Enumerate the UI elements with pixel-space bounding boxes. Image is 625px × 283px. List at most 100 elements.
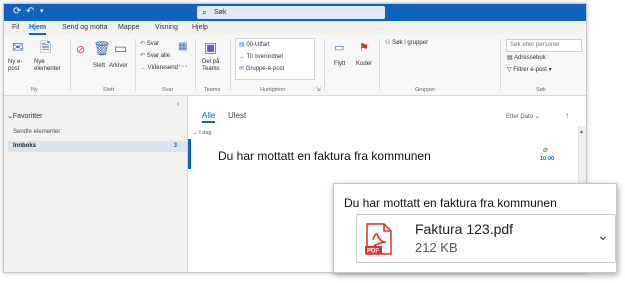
tab-unread[interactable]: Ulest	[228, 111, 246, 121]
ignore-icon[interactable]: ⊘	[76, 43, 85, 57]
archive-button[interactable]: Arkiver	[109, 63, 128, 70]
new-email-button[interactable]: Ny e-post	[8, 59, 32, 73]
filter-email-button[interactable]: ▽ Filtrer e-post ▾	[507, 67, 552, 74]
ribbon-divider	[379, 39, 380, 91]
message-row[interactable]: Du har mottatt en faktura fra kommunen ⌀…	[188, 139, 558, 169]
paperclip-icon: ⌀	[543, 145, 548, 154]
search-people-input[interactable]: Søk etter personer	[506, 39, 582, 52]
reply-all-label: Svar alle	[146, 53, 171, 59]
attachment-card[interactable]: PDF Faktura 123.pdf 212 KB ⌄	[356, 214, 616, 263]
sort-label: Etter Dato	[506, 114, 534, 120]
tab-all[interactable]: Alle	[202, 111, 216, 123]
zoomed-message-callout: Du har mottatt en faktura fra kommunen P…	[333, 183, 617, 273]
mail-icon: ✉	[239, 66, 245, 72]
quick-step-1-label: 00-Utfart	[246, 42, 270, 48]
move-icon: ▭	[334, 42, 345, 54]
ribbon: ✉ Ny e-post 🗎 Nye elementer Ny ⊘ 🗑 Slett…	[4, 35, 586, 96]
sort-dropdown[interactable]: Etter Dato ⌄	[506, 113, 540, 120]
move-button[interactable]: Flytt	[334, 61, 345, 68]
reply-all-button[interactable]: ↶ Svar alle	[140, 53, 170, 60]
new-email-icon: ✉	[12, 39, 24, 55]
menu-view[interactable]: Visning	[155, 23, 178, 33]
menu-send-receive[interactable]: Send og motta	[62, 23, 108, 33]
message-subject: Du har mottatt en faktura fra kommunen	[218, 149, 431, 163]
archive-icon: ▭	[114, 40, 128, 56]
undo-icon[interactable]: ↶	[26, 6, 34, 18]
search-groups-label: Søk i grupper	[392, 40, 429, 46]
menu-help[interactable]: Hjelp	[192, 23, 208, 33]
new-items-button[interactable]: Nye elementer	[34, 59, 64, 73]
group-find-label: Søk	[536, 87, 546, 93]
quick-step-3[interactable]: ✉ Gruppe-e-post	[239, 66, 284, 73]
meeting-icon[interactable]: ▦	[178, 40, 187, 54]
unread-count: 3	[173, 143, 177, 149]
quick-step-2[interactable]: → Til overordnet	[239, 54, 283, 61]
pdf-icon: PDF	[365, 223, 392, 255]
group-new-label: Ny	[31, 87, 38, 93]
delete-button[interactable]: Slett	[93, 63, 105, 70]
unread-indicator	[188, 139, 191, 169]
reply-button[interactable]: ↶ Svar	[140, 41, 159, 48]
dialog-launcher-icon[interactable]: ⇲	[316, 87, 321, 93]
filter-icon: ▽	[507, 67, 512, 73]
quick-access-dropdown-icon[interactable]: ▾	[40, 6, 44, 18]
callout-subject: Du har mottatt en faktura fra kommunen	[344, 196, 557, 210]
menu-home[interactable]: Hjem	[29, 23, 47, 35]
folder-pane: ‹ ⌄Favoritter Sendte elementer Innboks 3	[4, 96, 189, 272]
sort-direction-icon[interactable]: ↑	[565, 111, 569, 120]
title-bar: ⟳ ↶ ▾ ⌕ Søk	[4, 4, 586, 21]
more-respond-icon[interactable]: ⋯	[178, 60, 188, 74]
group-delete-label: Slett	[103, 87, 115, 93]
favorites-header[interactable]: ⌄Favoritter	[7, 112, 42, 120]
quick-step-1[interactable]: ▤ 00-Utfart	[239, 42, 270, 49]
reply-label: Svar	[146, 41, 160, 47]
chevron-down-icon: ▾	[548, 67, 552, 73]
chevron-down-icon: ⌄	[534, 114, 540, 120]
favorites-label: Favoritter	[12, 113, 43, 120]
chevron-down-icon: ⌄	[193, 130, 198, 136]
ribbon-divider	[135, 39, 136, 91]
quick-step-2-label: Til overordnet	[246, 54, 284, 60]
sync-icon[interactable]: ⟳	[13, 6, 21, 18]
attachment-name: Faktura 123.pdf	[415, 221, 514, 237]
forward-label: Videresend	[147, 65, 178, 71]
groups-icon: ⚇	[385, 40, 391, 46]
message-time: 10:00	[540, 156, 555, 162]
tags-button[interactable]: Koder	[356, 61, 372, 68]
date-group-today[interactable]: ⌄ I dag	[193, 130, 211, 136]
reply-all-icon: ↶	[140, 53, 146, 59]
ribbon-divider	[500, 39, 501, 91]
ribbon-divider	[70, 39, 71, 91]
share-teams-button[interactable]: Del på Teams	[202, 59, 224, 73]
ribbon-divider	[195, 39, 196, 91]
date-group-label: I dag	[199, 130, 212, 136]
group-respond-label: Svar	[162, 87, 174, 93]
flag-icon: ⚑	[359, 42, 369, 54]
address-book-button[interactable]: ▤ Adressebok	[507, 55, 546, 62]
folder-inbox-label: Innboks	[13, 143, 37, 149]
forward-icon: →	[140, 65, 146, 71]
svg-text:PDF: PDF	[367, 249, 379, 255]
group-teams-label: Teams	[204, 87, 221, 93]
ribbon-divider	[324, 39, 325, 91]
menu-folder[interactable]: Mappe	[118, 23, 139, 33]
trash-icon: 🗑	[93, 40, 111, 56]
address-book-label: Adressebok	[514, 55, 546, 61]
chevron-down-icon[interactable]: ⌄	[597, 227, 609, 244]
folder-icon: ▤	[239, 42, 245, 48]
collapse-pane-icon[interactable]: ‹	[177, 101, 179, 108]
folder-inbox[interactable]: Innboks 3	[8, 141, 189, 152]
search-people-placeholder: Søk etter personer	[510, 42, 560, 48]
search-groups-button[interactable]: ⚇ Søk i grupper	[385, 40, 428, 47]
group-groups-label: Grupper	[415, 87, 436, 93]
forward-button[interactable]: → Videresend	[140, 65, 178, 72]
filter-email-label: Filtrer e-post	[513, 67, 547, 73]
search-box[interactable]: ⌕ Søk	[197, 6, 385, 19]
group-quicksteps-label: Hurtigtrinn	[260, 87, 286, 93]
ribbon-divider	[230, 39, 231, 91]
menu-bar: Fil Hjem Send og motta Mappe Visning Hje…	[4, 21, 586, 35]
teams-icon: ▣	[204, 39, 218, 55]
folder-sent-items[interactable]: Sendte elementer	[13, 129, 60, 135]
scroll-up-icon[interactable]: ▴	[580, 128, 583, 135]
menu-file[interactable]: Fil	[12, 23, 19, 33]
